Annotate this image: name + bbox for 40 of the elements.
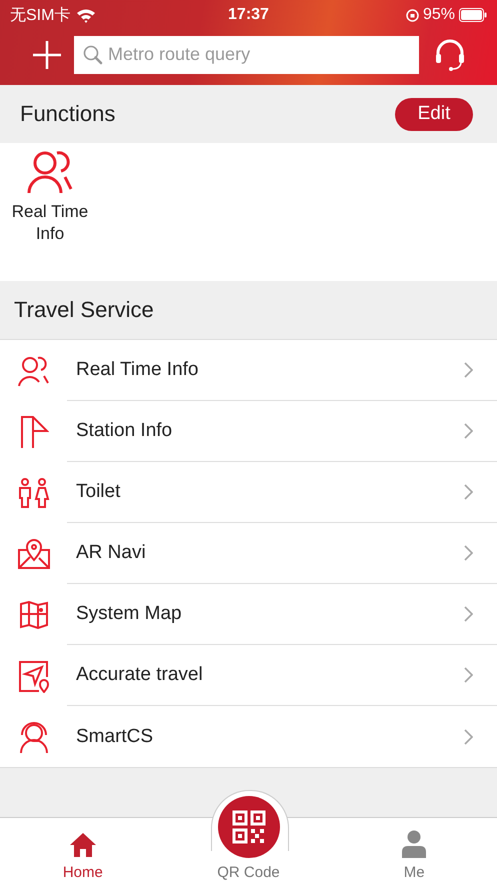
toilet-icon	[16, 478, 50, 508]
chevron-right-icon	[464, 484, 473, 500]
service-list-item[interactable]: SmartCS	[0, 706, 497, 767]
section-title: Travel Service	[14, 297, 154, 323]
status-time: 17:37	[228, 6, 269, 24]
battery-percent: 95%	[422, 6, 455, 24]
tab-bar-item[interactable]: Home	[62, 818, 103, 883]
battery-icon	[458, 8, 487, 22]
service-list-item[interactable]: Real Time Info	[0, 340, 497, 401]
home-icon	[68, 832, 97, 858]
carrier-text: 无SIM卡	[10, 6, 70, 26]
service-list-item[interactable]: Toilet	[0, 462, 497, 523]
tab-bar-item[interactable]: Me	[401, 818, 428, 883]
wifi-icon	[76, 8, 96, 22]
person-icon	[401, 830, 428, 858]
map-icon	[18, 600, 48, 628]
service-list-item[interactable]: Station Info	[0, 401, 497, 462]
add-icon[interactable]	[32, 40, 62, 70]
navigation-icon	[16, 658, 50, 692]
map-pin-icon	[16, 538, 50, 570]
chevron-right-icon	[464, 728, 473, 744]
chevron-right-icon	[464, 606, 473, 622]
service-list-item[interactable]: Accurate travel	[0, 645, 497, 706]
edit-button[interactable]: Edit	[395, 98, 473, 130]
service-list-item[interactable]: System Map	[0, 584, 497, 645]
search-field[interactable]: Metro route query	[74, 36, 419, 74]
chevron-right-icon	[464, 667, 473, 683]
service-list-item[interactable]: AR Navi	[0, 523, 497, 584]
chevron-right-icon	[464, 362, 473, 378]
headset-icon[interactable]	[433, 38, 467, 72]
chevron-right-icon	[464, 423, 473, 439]
people-icon	[16, 354, 50, 386]
section-title: Functions	[20, 101, 116, 127]
people-icon[interactable]	[25, 149, 75, 195]
function-label[interactable]: Real Time Info	[4, 201, 96, 245]
tab-bar-item[interactable]: QR Code	[217, 794, 280, 883]
chevron-right-icon	[464, 545, 473, 561]
flag-icon	[18, 414, 48, 448]
search-icon	[82, 44, 104, 66]
orientation-lock-icon	[406, 8, 419, 22]
